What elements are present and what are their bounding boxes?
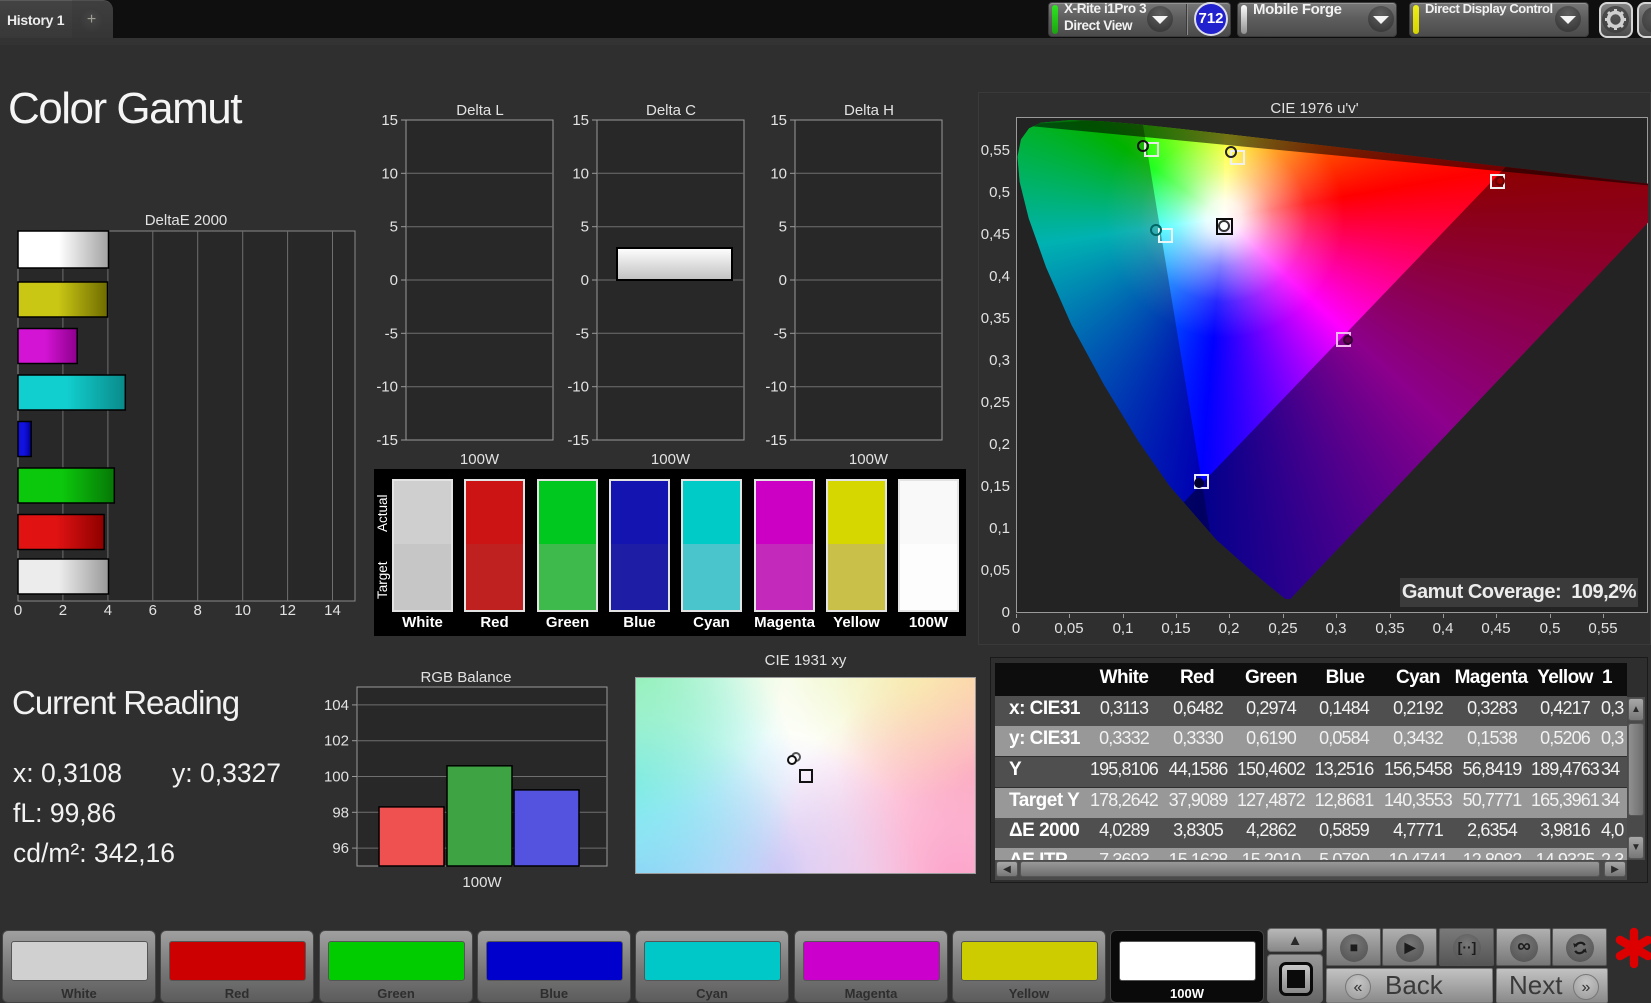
svg-text:-10: -10 <box>567 379 589 396</box>
svg-text:0: 0 <box>581 272 589 289</box>
svg-text:100W: 100W <box>462 874 502 891</box>
svg-text:-15: -15 <box>376 432 398 449</box>
svg-text:15: 15 <box>381 112 398 129</box>
svg-text:0: 0 <box>779 272 787 289</box>
svg-text:104: 104 <box>324 697 349 714</box>
svg-text:0: 0 <box>390 272 398 289</box>
svg-text:10: 10 <box>770 165 787 182</box>
svg-text:RGB Balance: RGB Balance <box>421 669 512 686</box>
svg-text:-15: -15 <box>567 432 589 449</box>
svg-text:DeltaE 2000: DeltaE 2000 <box>145 212 228 229</box>
svg-text:8: 8 <box>194 602 202 619</box>
svg-text:-5: -5 <box>385 325 398 342</box>
svg-text:100W: 100W <box>651 451 691 468</box>
svg-text:15: 15 <box>572 112 589 129</box>
svg-text:10: 10 <box>234 602 251 619</box>
svg-text:Delta L: Delta L <box>456 102 504 119</box>
svg-text:Delta H: Delta H <box>844 102 894 119</box>
svg-text:4: 4 <box>104 602 112 619</box>
svg-text:5: 5 <box>581 219 589 236</box>
svg-text:2: 2 <box>59 602 67 619</box>
svg-text:-15: -15 <box>765 432 787 449</box>
svg-text:-5: -5 <box>774 325 787 342</box>
svg-text:0: 0 <box>14 602 22 619</box>
svg-text:-5: -5 <box>576 325 589 342</box>
svg-text:5: 5 <box>779 219 787 236</box>
svg-text:14: 14 <box>324 602 341 619</box>
svg-text:15: 15 <box>770 112 787 129</box>
svg-text:10: 10 <box>381 165 398 182</box>
svg-text:100: 100 <box>324 769 349 786</box>
svg-text:102: 102 <box>324 733 349 750</box>
svg-text:Delta C: Delta C <box>646 102 696 119</box>
svg-text:96: 96 <box>332 840 349 857</box>
svg-text:5: 5 <box>390 219 398 236</box>
svg-text:100W: 100W <box>849 451 889 468</box>
svg-text:100W: 100W <box>460 451 500 468</box>
svg-text:-10: -10 <box>376 379 398 396</box>
svg-text:12: 12 <box>279 602 296 619</box>
svg-text:98: 98 <box>332 804 349 821</box>
svg-text:10: 10 <box>572 165 589 182</box>
svg-text:-10: -10 <box>765 379 787 396</box>
svg-text:6: 6 <box>149 602 157 619</box>
